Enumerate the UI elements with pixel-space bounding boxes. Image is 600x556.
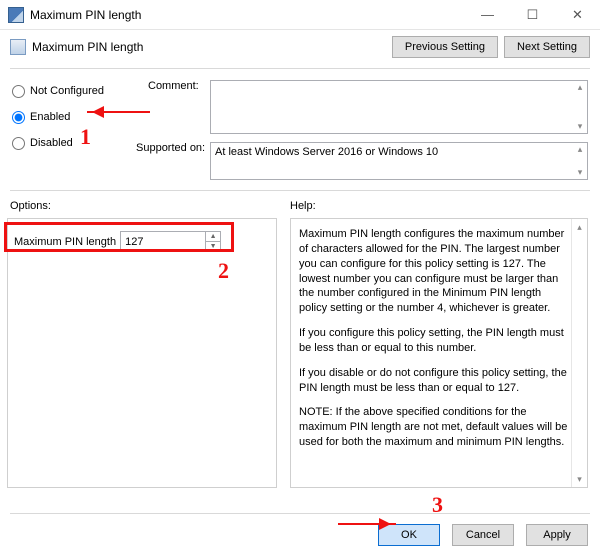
comment-label: Comment: xyxy=(148,80,199,92)
radio-disabled-input[interactable] xyxy=(12,137,25,150)
state-radio-group: Not Configured Enabled Disabled xyxy=(10,80,140,158)
policy-name: Maximum PIN length xyxy=(32,40,386,54)
supported-on-label: Supported on: xyxy=(136,142,205,154)
apply-button[interactable]: Apply xyxy=(526,524,588,546)
titlebar: Maximum PIN length — ☐ ✕ xyxy=(0,0,600,30)
close-button[interactable]: ✕ xyxy=(555,0,600,29)
supported-on-box: At least Windows Server 2016 or Windows … xyxy=(210,142,588,180)
minimize-button[interactable]: — xyxy=(465,0,510,29)
help-paragraph-4: NOTE: If the above specified conditions … xyxy=(299,405,569,450)
dialog-buttons: OK Cancel Apply xyxy=(372,524,588,546)
supported-scrollbar[interactable]: ▴▾ xyxy=(573,143,587,179)
radio-not-configured-input[interactable] xyxy=(12,85,25,98)
annotation-arrow-3 xyxy=(338,523,396,525)
next-setting-button[interactable]: Next Setting xyxy=(504,36,590,58)
policy-icon xyxy=(8,7,24,23)
help-paragraph-1: Maximum PIN length configures the maximu… xyxy=(299,227,569,316)
scroll-up-icon[interactable]: ▴ xyxy=(572,219,587,235)
header: Maximum PIN length Previous Setting Next… xyxy=(0,30,600,68)
annotation-box-2 xyxy=(4,222,234,252)
cancel-button[interactable]: Cancel xyxy=(452,524,514,546)
previous-setting-button[interactable]: Previous Setting xyxy=(392,36,498,58)
options-panel: Maximum PIN length ▲ ▼ xyxy=(7,218,277,488)
help-panel[interactable]: Maximum PIN length configures the maximu… xyxy=(290,218,588,488)
radio-enabled-input[interactable] xyxy=(12,111,25,124)
help-paragraph-3: If you disable or do not configure this … xyxy=(299,366,569,396)
annotation-number-2: 2 xyxy=(218,258,229,284)
bottom-divider xyxy=(10,513,590,514)
help-scrollbar[interactable]: ▴ ▾ xyxy=(571,219,587,487)
options-section-label: Options: xyxy=(10,200,51,212)
radio-disabled[interactable]: Disabled xyxy=(10,132,140,154)
comment-scrollbar[interactable]: ▴▾ xyxy=(573,81,587,133)
radio-disabled-label: Disabled xyxy=(30,137,73,149)
annotation-arrow-1 xyxy=(87,111,150,113)
divider xyxy=(10,68,590,69)
scroll-down-icon[interactable]: ▾ xyxy=(572,471,587,487)
help-section-label: Help: xyxy=(290,200,316,212)
header-policy-icon xyxy=(10,39,26,55)
help-paragraph-2: If you configure this policy setting, th… xyxy=(299,326,569,356)
radio-not-configured-label: Not Configured xyxy=(30,85,104,97)
window-title: Maximum PIN length xyxy=(30,8,465,22)
annotation-number-3: 3 xyxy=(432,492,443,518)
annotation-number-1: 1 xyxy=(80,124,91,150)
maximize-button[interactable]: ☐ xyxy=(510,0,555,29)
radio-enabled-label: Enabled xyxy=(30,111,70,123)
window-controls: — ☐ ✕ xyxy=(465,0,600,29)
comment-value xyxy=(211,81,573,133)
comment-textarea[interactable]: ▴▾ xyxy=(210,80,588,134)
radio-enabled[interactable]: Enabled xyxy=(10,106,140,128)
supported-on-value: At least Windows Server 2016 or Windows … xyxy=(211,143,573,179)
mid-divider xyxy=(10,190,590,191)
radio-not-configured[interactable]: Not Configured xyxy=(10,80,140,102)
